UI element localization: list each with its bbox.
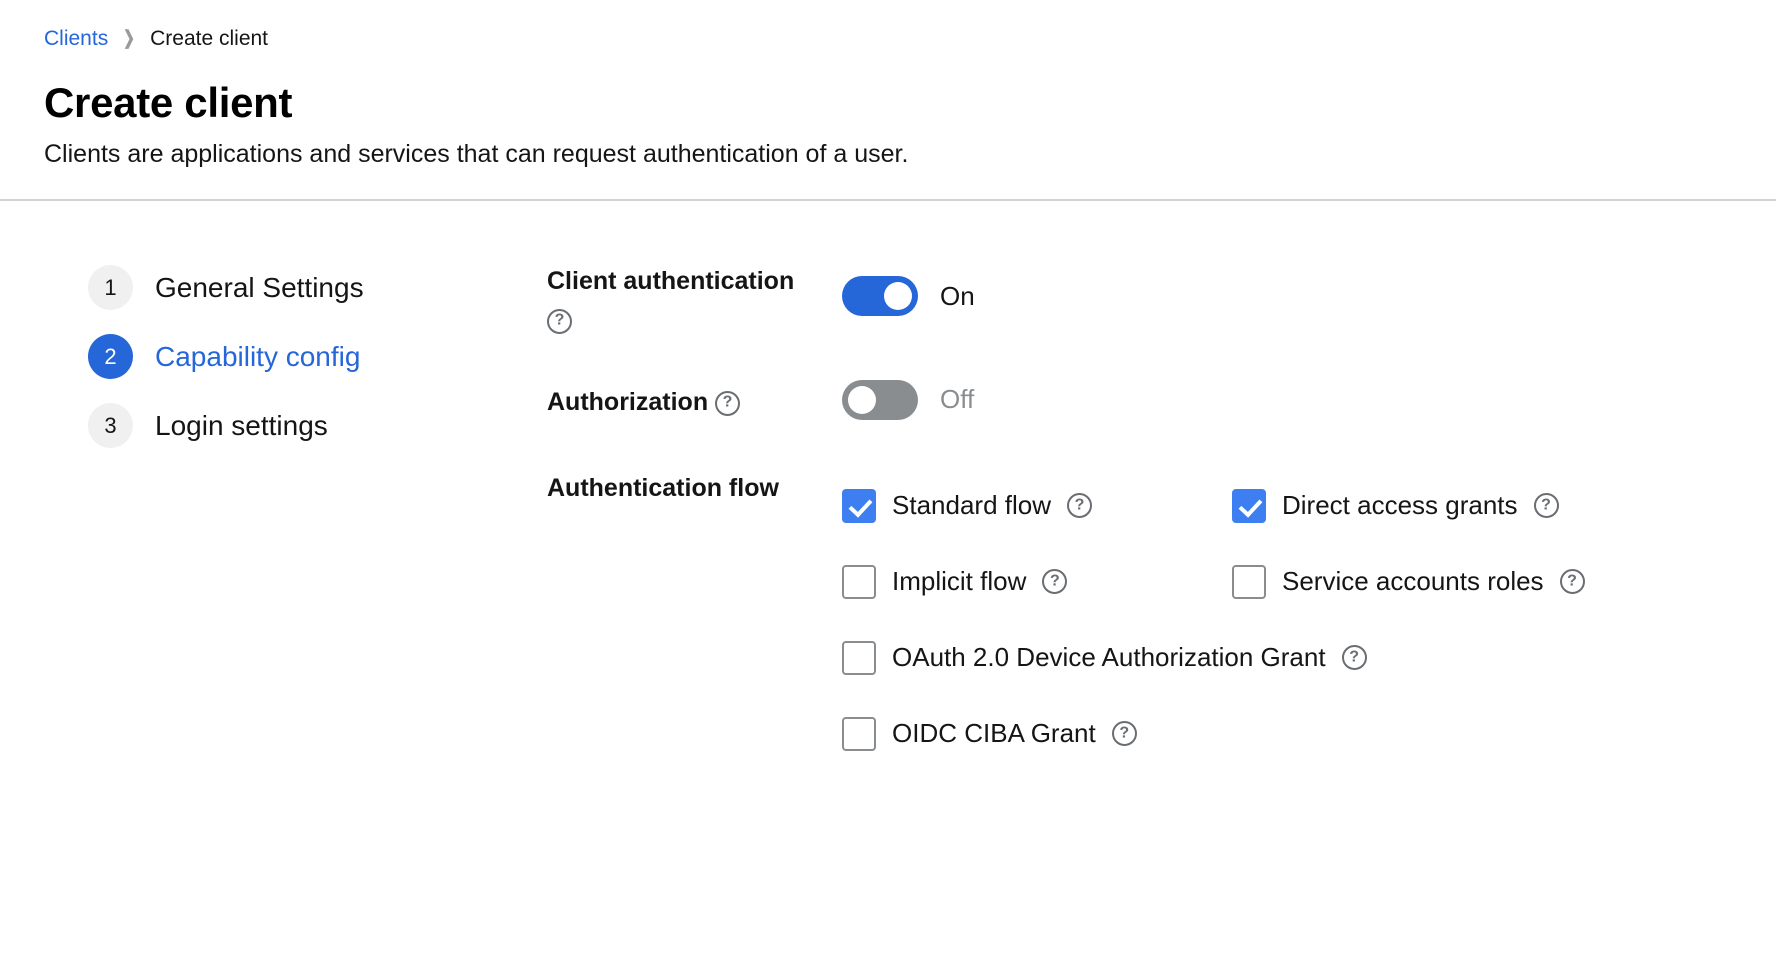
- wizard-step-login-settings[interactable]: 3 Login settings: [88, 403, 328, 448]
- authentication-flow-options: Standard flow ? Direct access grants ? I…: [842, 466, 1776, 772]
- label-text: Client authentication: [547, 267, 795, 295]
- step-label: Login settings: [155, 409, 328, 441]
- checkbox-oauth-device-authorization-grant[interactable]: [842, 640, 876, 675]
- chevron-right-icon: ❯: [123, 28, 136, 49]
- field-authorization: Authorization ? Off: [547, 379, 1776, 420]
- checkbox-standard-flow[interactable]: [842, 488, 876, 523]
- help-icon-oidc-ciba-grant[interactable]: ?: [1111, 721, 1137, 747]
- breadcrumb-link-clients[interactable]: Clients: [44, 28, 108, 49]
- checkbox-row-implicit-flow[interactable]: Implicit flow ?: [842, 544, 1232, 620]
- checkbox-label: Service accounts roles: [1282, 566, 1544, 597]
- checkbox-row-standard-flow[interactable]: Standard flow ?: [842, 468, 1232, 544]
- checkbox-label: Implicit flow: [892, 566, 1027, 597]
- field-label-authorization: Authorization ?: [547, 380, 842, 420]
- label-text: Authentication flow: [547, 473, 779, 502]
- toggle-state-label: On: [940, 280, 975, 311]
- label-text: Authorization: [547, 387, 709, 416]
- wizard-step-list: 1 General Settings 2 Capability config 3…: [0, 249, 499, 821]
- checkbox-label: Standard flow: [892, 490, 1051, 521]
- page-title: Create client: [44, 79, 293, 126]
- checkbox-row-oauth-device-authorization-grant[interactable]: OAuth 2.0 Device Authorization Grant ?: [842, 620, 1776, 696]
- help-icon-implicit-flow[interactable]: ?: [1042, 569, 1068, 595]
- checkbox-implicit-flow[interactable]: [842, 564, 876, 599]
- help-icon-standard-flow[interactable]: ?: [1066, 493, 1092, 519]
- help-icon-direct-access-grants[interactable]: ?: [1533, 493, 1559, 519]
- toggle-state-label: Off: [940, 384, 975, 415]
- help-icon-client-authentication[interactable]: ?: [547, 308, 572, 334]
- capability-config-form: Client authentication ? On Authorization…: [499, 249, 1776, 821]
- toggle-knob: [884, 282, 912, 311]
- checkbox-oidc-ciba-grant[interactable]: [842, 716, 876, 751]
- step-number-badge: 3: [88, 403, 133, 448]
- step-label: General Settings: [155, 271, 364, 303]
- checkbox-label: Direct access grants: [1282, 490, 1518, 521]
- toggle-client-authentication[interactable]: [842, 276, 918, 317]
- checkbox-row-service-accounts-roles[interactable]: Service accounts roles ?: [1232, 544, 1752, 620]
- wizard-step-general-settings[interactable]: 1 General Settings: [88, 265, 364, 310]
- checkbox-row-direct-access-grants[interactable]: Direct access grants ?: [1232, 468, 1752, 544]
- step-label: Capability config: [155, 340, 361, 372]
- field-client-authentication: Client authentication ? On: [547, 259, 1776, 334]
- help-icon-oauth-device-authorization-grant[interactable]: ?: [1341, 645, 1367, 671]
- checkbox-label: OIDC CIBA Grant: [892, 718, 1096, 749]
- help-icon-authorization[interactable]: ?: [715, 390, 741, 416]
- toggle-authorization[interactable]: [842, 379, 918, 420]
- step-number-badge: 1: [88, 265, 133, 310]
- help-icon-service-accounts-roles[interactable]: ?: [1559, 569, 1585, 595]
- breadcrumb: Clients ❯ Create client: [44, 28, 1776, 49]
- field-label-authentication-flow: Authentication flow: [547, 466, 842, 772]
- field-authentication-flow: Authentication flow Standard flow ? Dire…: [547, 466, 1776, 772]
- toggle-knob: [848, 385, 876, 414]
- step-number-badge: 2: [88, 334, 133, 379]
- checkbox-direct-access-grants[interactable]: [1232, 488, 1266, 523]
- wizard-content: 1 General Settings 2 Capability config 3…: [0, 201, 1776, 821]
- page-subtitle: Clients are applications and services th…: [44, 140, 909, 168]
- breadcrumb-current-create-client: Create client: [150, 27, 269, 50]
- page-header: Clients ❯ Create client Create client Cl…: [0, 0, 1776, 199]
- field-label-client-authentication: Client authentication ?: [547, 259, 842, 334]
- checkbox-label: OAuth 2.0 Device Authorization Grant: [892, 642, 1326, 673]
- checkbox-service-accounts-roles[interactable]: [1232, 564, 1266, 599]
- wizard-step-capability-config[interactable]: 2 Capability config: [88, 334, 360, 379]
- control-authorization: Off: [842, 379, 975, 420]
- checkbox-row-oidc-ciba-grant[interactable]: OIDC CIBA Grant ?: [842, 696, 1776, 772]
- control-client-authentication: On: [842, 259, 975, 334]
